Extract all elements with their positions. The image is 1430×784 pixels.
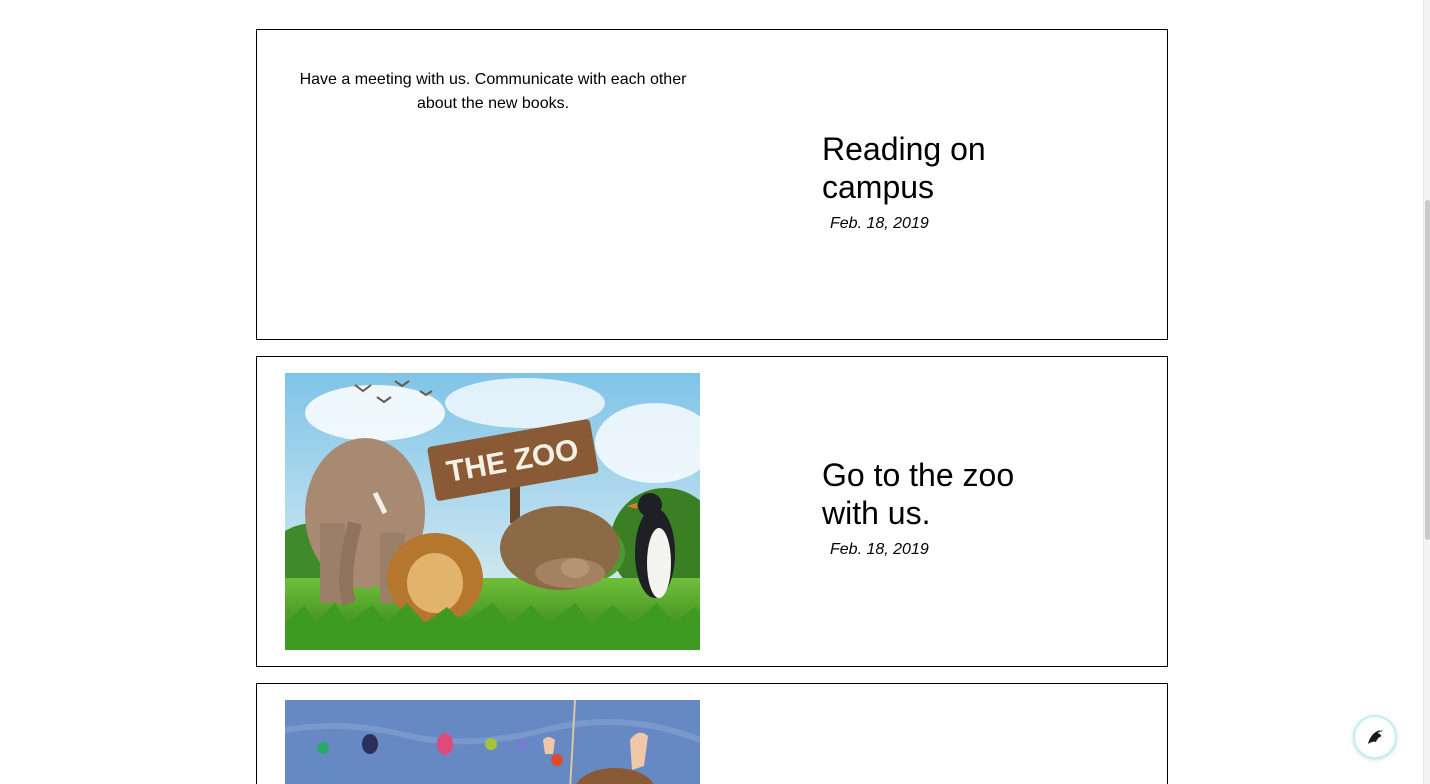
scrollbar-thumb[interactable] <box>1425 200 1430 540</box>
chat-button[interactable] <box>1353 715 1397 759</box>
event-title[interactable]: Go to the zoo with us. <box>822 456 1042 532</box>
event-card-zoo[interactable]: THE ZOO Go to the zoo with us. Feb. 18, … <box>256 356 1168 667</box>
event-card-reading[interactable]: Have a meeting with us. Communicate with… <box>256 29 1168 340</box>
event-card-climbing[interactable] <box>256 683 1168 784</box>
event-description: Have a meeting with us. Communicate with… <box>299 71 687 112</box>
climbing-photo[interactable] <box>285 700 700 784</box>
event-title[interactable]: Reading on campus <box>822 130 1042 206</box>
page: Have a meeting with us. Communicate with… <box>0 0 1430 784</box>
zoo-photo[interactable]: THE ZOO <box>285 373 700 650</box>
bird-icon <box>1368 730 1383 744</box>
event-date: Feb. 18, 2019 <box>830 215 929 232</box>
event-date: Feb. 18, 2019 <box>830 541 929 558</box>
